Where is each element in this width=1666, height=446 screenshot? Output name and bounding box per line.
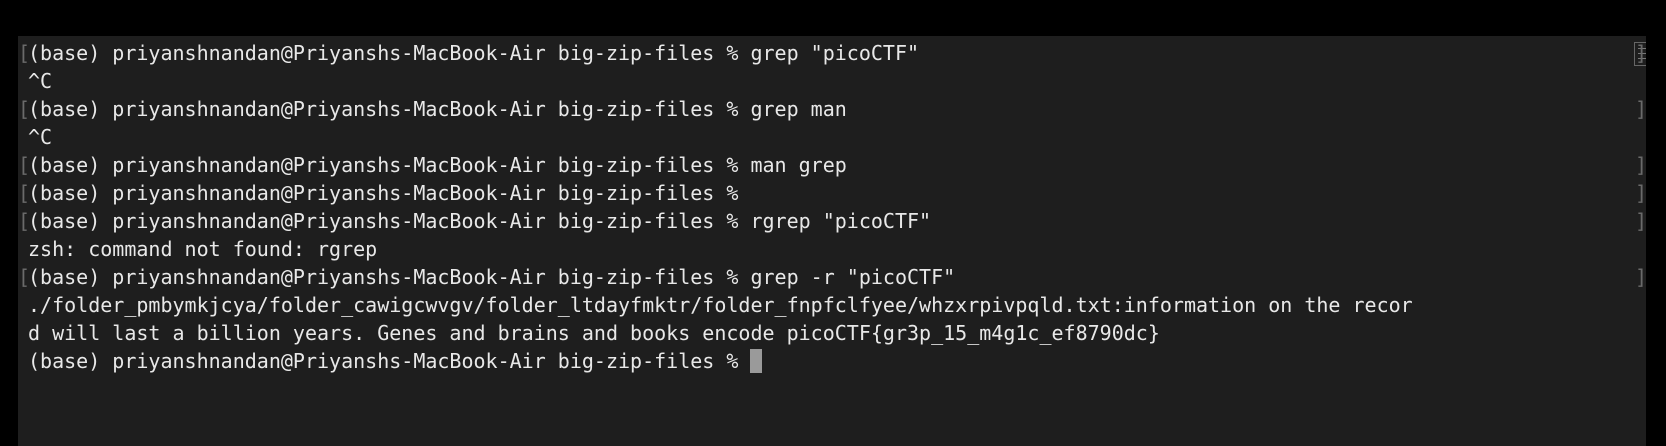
terminal-line: zsh: command not found: rgrep xyxy=(28,237,378,261)
terminal-line: (base) priyanshnandan@Priyanshs-MacBook-… xyxy=(18,95,1647,123)
text-cursor xyxy=(750,349,763,373)
terminal-output: (base) priyanshnandan@Priyanshs-MacBook-… xyxy=(18,39,1647,375)
terminal-prompt: (base) priyanshnandan@Priyanshs-MacBook-… xyxy=(28,349,751,373)
terminal-line: (base) priyanshnandan@Priyanshs-MacBook-… xyxy=(18,39,1647,67)
terminal-line: d will last a billion years. Genes and b… xyxy=(28,321,1160,345)
terminal-line: ./folder_pmbymkjcya/folder_cawigcwvgv/fo… xyxy=(28,293,1413,317)
terminal-line: (base) priyanshnandan@Priyanshs-MacBook-… xyxy=(18,179,1647,207)
terminal-pane[interactable]: (base) priyanshnandan@Priyanshs-MacBook-… xyxy=(18,36,1647,446)
terminal-line: (base) priyanshnandan@Priyanshs-MacBook-… xyxy=(18,151,1647,179)
terminal-line: ^C xyxy=(28,69,53,93)
terminal-line: ^C xyxy=(28,125,53,149)
terminal-line: (base) priyanshnandan@Priyanshs-MacBook-… xyxy=(18,263,1647,291)
terminal-prompt-line[interactable]: (base) priyanshnandan@Priyanshs-MacBook-… xyxy=(18,347,1646,375)
terminal-window: (base) priyanshnandan@Priyanshs-MacBook-… xyxy=(0,0,1666,446)
terminal-line: (base) priyanshnandan@Priyanshs-MacBook-… xyxy=(18,207,1647,235)
